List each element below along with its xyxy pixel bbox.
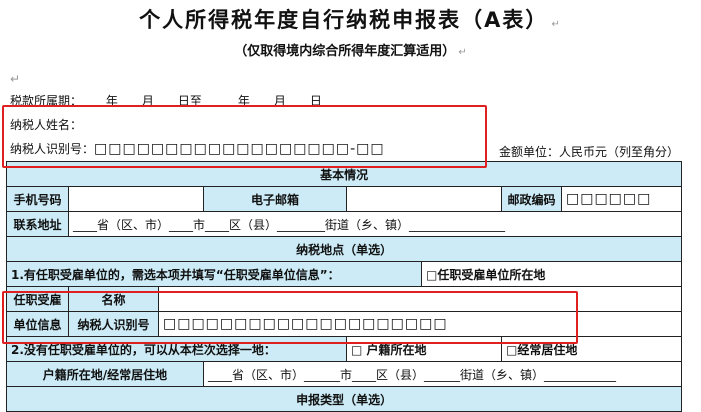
employer-label-1: 任职受雇 — [6, 286, 69, 312]
postcode-boxes[interactable]: □□□□□□ — [560, 186, 683, 212]
amount-unit: 金额单位：人民币元（列至角分） — [499, 145, 680, 159]
taxpayer-id-boxes[interactable]: □□□□□□□□□□□□□□□□□□-□□ — [94, 141, 385, 157]
form-subtitle: （仅取得境内综合所得年度汇算适用） ↵ — [234, 44, 467, 59]
employer-label-2: 单位信息 — [6, 311, 69, 337]
phone-field[interactable] — [68, 186, 204, 212]
option2-text: 2.没有任职受雇单位的，可以从本栏次选择一地： — [6, 336, 347, 362]
section-basic-info: 基本情况 — [5, 161, 683, 187]
option2-checkbox-residence[interactable]: □经常居住地 — [500, 336, 683, 362]
residence-label: 户籍所在地/经常居住地 — [6, 361, 204, 387]
employer-name-label: 名称 — [68, 286, 159, 312]
section-declaration-type: 申报类型（单选） — [5, 386, 683, 412]
taxpayer-name-label: 纳税人姓名： — [10, 118, 83, 132]
highlight-box-taxpayer — [2, 105, 487, 168]
employer-taxid-boxes[interactable]: □□□□□□□□□□□□□□□□□□□□ — [157, 311, 683, 337]
declaration-form-table: 基本情况 手机号码 电子邮箱 邮政编码 □□□□□□ 联系地址 ____省（区、… — [5, 161, 683, 412]
taxpayer-id-label: 纳税人识别号： — [10, 142, 95, 156]
email-label: 电子邮箱 — [203, 186, 347, 212]
section-tax-location: 纳税地点（单选） — [5, 236, 683, 262]
taxpayer-id-row: 纳税人识别号：□□□□□□□□□□□□□□□□□□-□□ — [10, 140, 385, 157]
address-label: 联系地址 — [6, 211, 69, 237]
form-title: 个人所得税年度自行纳税申报表（A表） ↵ — [139, 8, 562, 32]
option1-text: 1.有任职受雇单位的，需选本项并填写“任职受雇单位信息”： — [6, 261, 422, 287]
postcode-label: 邮政编码 — [501, 186, 562, 212]
tax-period-row: 税款所属期： 年 月 日至 年 月 日 — [10, 92, 322, 109]
tax-period-dates[interactable]: 年 月 日至 年 月 日 — [106, 94, 322, 108]
tax-period-label: 税款所属期： — [10, 94, 83, 108]
residence-field[interactable]: ____省（区、市）______市____区（县）______街道（乡、镇）__… — [202, 361, 683, 387]
address-field[interactable]: ____省（区、市）____市____区（县）________街道（乡、镇）__… — [67, 211, 683, 237]
employer-taxid-label: 纳税人识别号 — [68, 311, 159, 337]
option2-checkbox-household[interactable]: □ 户籍所在地 — [346, 336, 502, 362]
paragraph-mark: ↵ — [10, 72, 21, 86]
phone-label: 手机号码 — [6, 186, 69, 212]
option1-checkbox[interactable]: □任职受雇单位所在地 — [420, 261, 683, 287]
email-field[interactable] — [346, 186, 502, 212]
employer-name-field[interactable] — [157, 286, 683, 312]
